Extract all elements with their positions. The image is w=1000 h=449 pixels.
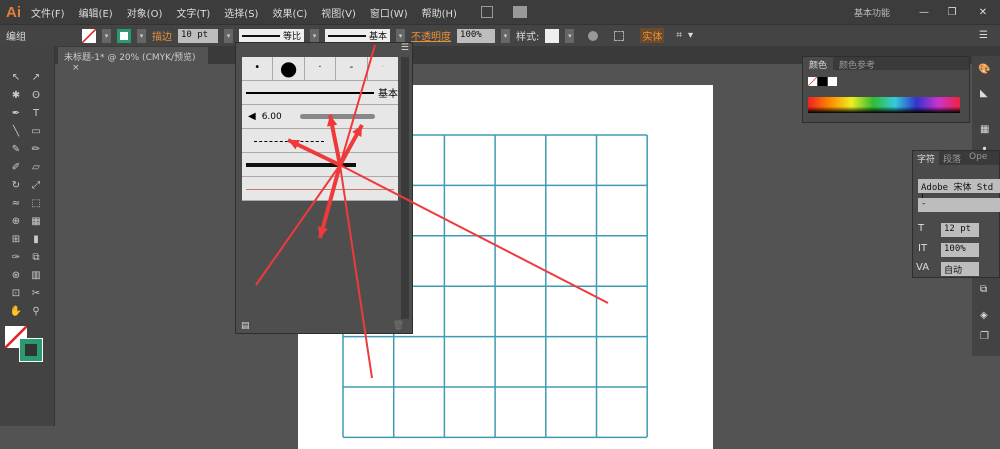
swatches-icon[interactable]: ▦ (980, 124, 989, 135)
tab-color-guide[interactable]: 颜色参考 (833, 57, 881, 71)
vertical-scale-icon: IT (918, 243, 928, 254)
color-spectrum[interactable] (808, 97, 960, 113)
font-family-input[interactable]: Adobe 宋体 Std L (918, 179, 1000, 203)
black-swatch[interactable] (818, 77, 827, 86)
color-panel-icon[interactable]: 🎨 (978, 64, 990, 75)
transform-icon[interactable]: ⧉ (980, 284, 987, 295)
layers-icon[interactable]: ◈ (980, 310, 988, 321)
tab-opentype[interactable]: Ope (965, 151, 991, 165)
vertical-scale-input[interactable]: 100% (941, 243, 979, 257)
arrow-line (255, 164, 341, 286)
tracking-icon: VA (916, 262, 930, 273)
tracking-input[interactable]: 自动 (941, 262, 979, 276)
tab-character[interactable]: 字符 (913, 151, 940, 165)
character-panel: 字符 段落 Ope Adobe 宋体 Std L - T 12 pt IT 10… (912, 150, 1000, 278)
white-swatch[interactable] (828, 77, 837, 86)
gradient-icon[interactable]: ◣ (980, 88, 988, 99)
arrow-line (339, 44, 376, 166)
tab-color[interactable]: 颜色 (803, 57, 834, 71)
color-panel: 颜色 颜色参考 (802, 56, 970, 123)
font-size-icon: T (918, 223, 925, 234)
font-size-input[interactable]: 12 pt (941, 223, 979, 237)
font-style-input[interactable]: - (918, 198, 1000, 212)
tab-paragraph[interactable]: 段落 (939, 151, 965, 165)
none-swatch[interactable] (808, 77, 817, 86)
artboards-icon[interactable]: ❐ (980, 331, 989, 342)
arrow-line (318, 164, 342, 239)
arrow-line (339, 164, 373, 379)
arrow-line (339, 164, 609, 304)
